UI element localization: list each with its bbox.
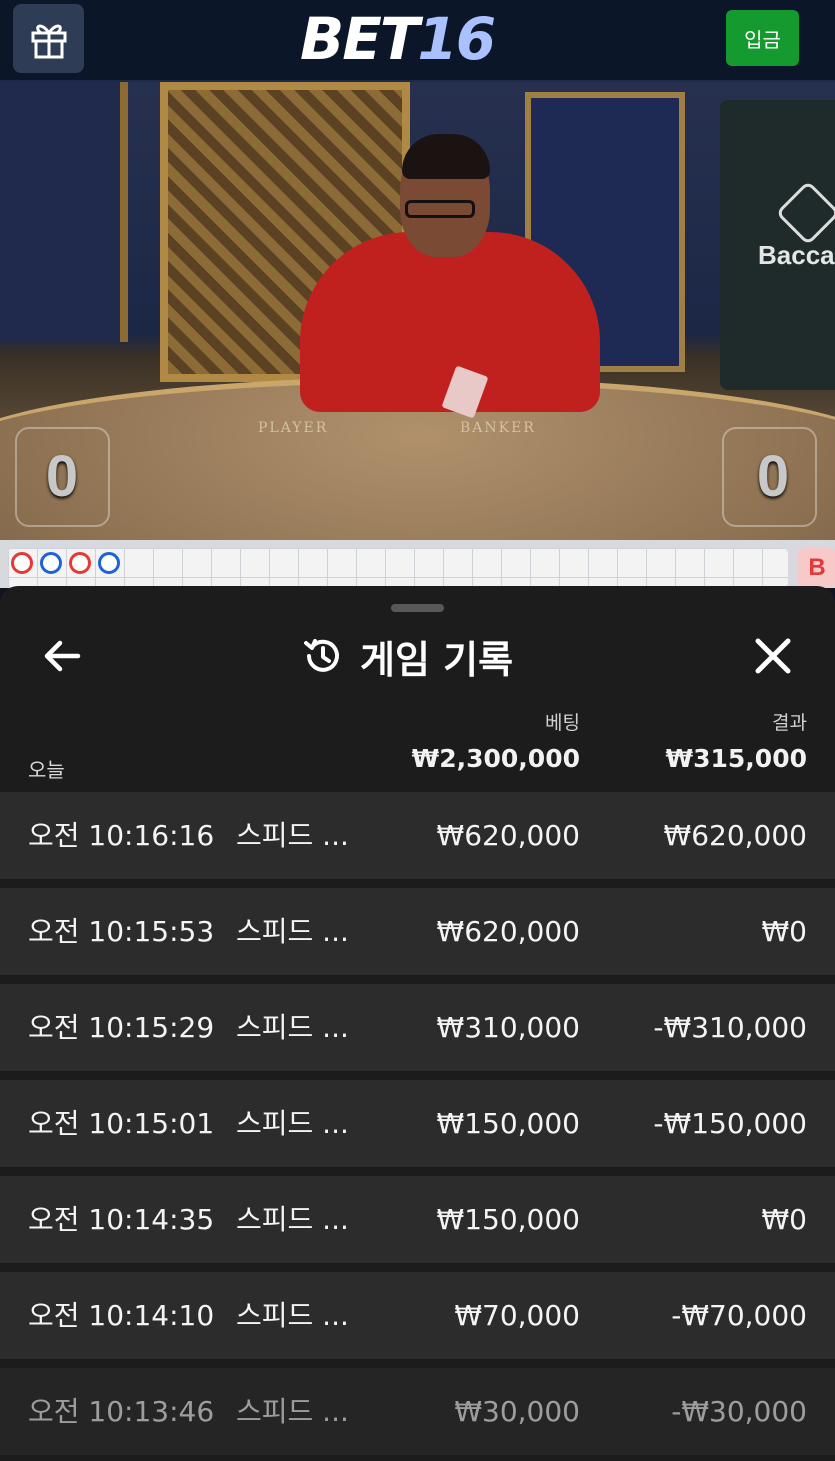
logo-text-16: 16 bbox=[417, 5, 496, 73]
road-circle-red bbox=[69, 552, 91, 574]
player-score: 0 bbox=[45, 444, 79, 509]
player-table-label: PLAYER bbox=[258, 420, 329, 436]
row-bet: ₩150,000 bbox=[436, 1203, 580, 1236]
column-header-bet: 베팅 bbox=[545, 712, 580, 734]
row-bet: ₩310,000 bbox=[436, 1011, 580, 1044]
row-result: -₩70,000 bbox=[671, 1299, 807, 1332]
row-result: -₩30,000 bbox=[671, 1395, 807, 1428]
bet16-logo[interactable]: BET 16 bbox=[300, 5, 496, 73]
page-title: 게임 기록 bbox=[360, 637, 514, 682]
sheet-drag-handle[interactable] bbox=[391, 604, 444, 612]
logo-text-bet: BET bbox=[300, 5, 419, 73]
history-icon bbox=[304, 639, 339, 672]
dealer-glasses bbox=[405, 200, 475, 218]
row-result: ₩0 bbox=[761, 1203, 808, 1236]
row-game: 스피드 ... bbox=[236, 1203, 349, 1236]
live-video[interactable]: Bacca PLAYER BANKER 0 0 bbox=[0, 82, 835, 540]
wall-panel bbox=[0, 82, 128, 342]
row-result: ₩620,000 bbox=[663, 819, 807, 852]
baccarat-sign-text: Bacca bbox=[758, 240, 835, 270]
history-row[interactable]: 오전 10:15:53 스피드 ... ₩620,000 ₩0 bbox=[0, 888, 835, 975]
row-result: -₩150,000 bbox=[653, 1107, 807, 1140]
road-circle-blue bbox=[98, 552, 120, 574]
dealer-hair bbox=[402, 134, 490, 179]
road-strip[interactable] bbox=[0, 540, 835, 588]
row-game: 스피드 ... bbox=[236, 1107, 349, 1140]
close-icon bbox=[755, 638, 791, 674]
close-button[interactable] bbox=[748, 632, 798, 680]
bead-road-grid bbox=[8, 548, 788, 588]
row-bet: ₩30,000 bbox=[454, 1395, 580, 1428]
gift-icon bbox=[31, 24, 66, 58]
row-game: 스피드 ... bbox=[236, 1395, 349, 1428]
banker-table-label: BANKER bbox=[460, 420, 536, 436]
row-bet: ₩150,000 bbox=[436, 1107, 580, 1140]
total-bet: ₩2,300,000 bbox=[411, 744, 580, 773]
row-time: 오전 10:13:46 bbox=[28, 1395, 215, 1428]
history-row[interactable]: 오전 10:15:29 스피드 ... ₩310,000 -₩310,000 bbox=[0, 984, 835, 1071]
row-time: 오전 10:14:35 bbox=[28, 1203, 215, 1236]
game-history-sheet: 게임 기록 베팅 결과 오늘 ₩2,300,000 ₩315,000 오전 10… bbox=[0, 586, 835, 1461]
row-result: -₩310,000 bbox=[653, 1011, 807, 1044]
row-time: 오전 10:15:29 bbox=[28, 1011, 215, 1044]
road-circle-blue bbox=[40, 552, 62, 574]
today-label: 오늘 bbox=[28, 758, 65, 782]
row-result: ₩0 bbox=[761, 915, 808, 948]
row-game: 스피드 ... bbox=[236, 819, 349, 852]
row-bet: ₩620,000 bbox=[436, 819, 580, 852]
row-time: 오전 10:15:53 bbox=[28, 915, 215, 948]
history-row[interactable]: 오전 10:13:46 스피드 ... ₩30,000 -₩30,000 bbox=[0, 1368, 835, 1455]
row-bet: ₩70,000 bbox=[454, 1299, 580, 1332]
back-button[interactable] bbox=[38, 634, 86, 678]
row-time: 오전 10:14:10 bbox=[28, 1299, 215, 1332]
gift-button[interactable] bbox=[13, 4, 84, 73]
row-game: 스피드 ... bbox=[236, 1011, 349, 1044]
total-result: ₩315,000 bbox=[665, 744, 807, 773]
history-row[interactable]: 오전 10:15:01 스피드 ... ₩150,000 -₩150,000 bbox=[0, 1080, 835, 1167]
column-header-result: 결과 bbox=[772, 712, 807, 734]
history-list: 오전 10:16:16 스피드 ... ₩620,000 ₩620,000 오전… bbox=[0, 792, 835, 1461]
sheet-header: 게임 기록 bbox=[300, 630, 513, 682]
row-game: 스피드 ... bbox=[236, 1299, 349, 1332]
history-row[interactable]: 오전 10:14:35 스피드 ... ₩150,000 ₩0 bbox=[0, 1176, 835, 1263]
history-row[interactable]: 오전 10:14:10 스피드 ... ₩70,000 -₩70,000 bbox=[0, 1272, 835, 1359]
row-game: 스피드 ... bbox=[236, 915, 349, 948]
row-time: 오전 10:16:16 bbox=[28, 819, 215, 852]
road-circle-red bbox=[11, 552, 33, 574]
banker-badge[interactable]: B bbox=[797, 548, 835, 588]
history-row[interactable]: 오전 10:16:16 스피드 ... ₩620,000 ₩620,000 bbox=[0, 792, 835, 879]
banker-score: 0 bbox=[756, 444, 790, 509]
arrow-left-icon bbox=[44, 640, 81, 672]
row-bet: ₩620,000 bbox=[436, 915, 580, 948]
deposit-button[interactable]: 입금 bbox=[726, 10, 799, 66]
row-time: 오전 10:15:01 bbox=[28, 1107, 215, 1140]
top-bar: BET 16 입금 bbox=[0, 0, 835, 82]
